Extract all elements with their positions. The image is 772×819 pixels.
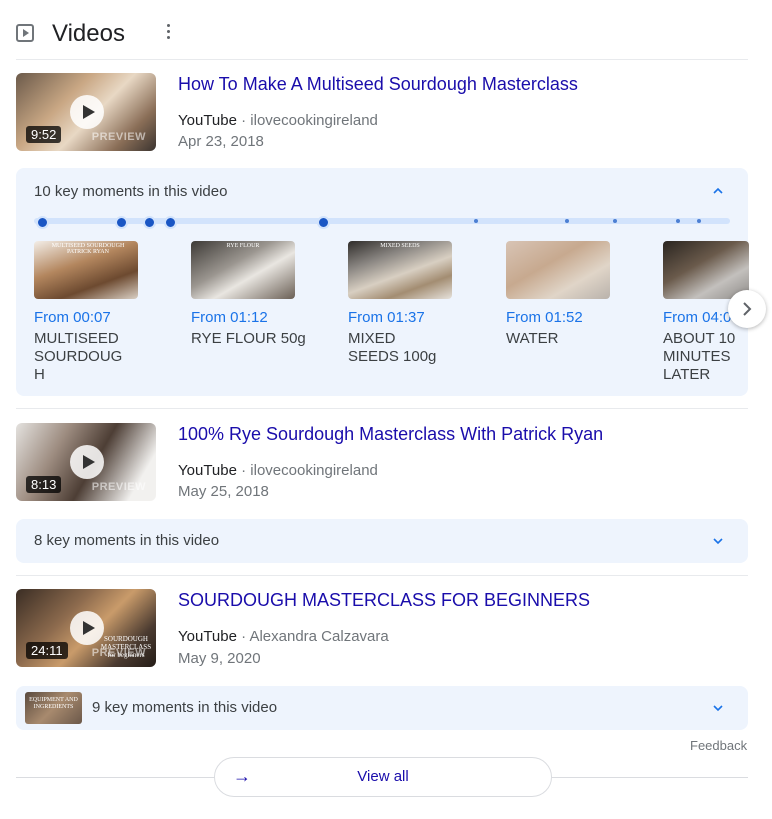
key-moment-item[interactable]: MIXED SEEDS From 01:37 MIXED SEEDS 100g: [348, 241, 488, 366]
video-play-icon: [16, 24, 34, 42]
moment-thumb-caption: MIXED SEEDS: [380, 243, 420, 249]
divider: [16, 408, 748, 409]
chevron-down-icon[interactable]: [713, 703, 723, 713]
video-source: YouTube · ilovecookingireland: [178, 112, 378, 129]
timeline-marker[interactable]: [676, 219, 680, 223]
duration-badge: 8:13: [26, 476, 62, 493]
moment-thumbnail: [506, 241, 610, 299]
moment-time: From 01:52: [506, 309, 583, 326]
timeline-marker[interactable]: [317, 216, 330, 229]
video-source: YouTube · Alexandra Calzavara: [178, 628, 389, 645]
duration-badge: 24:11: [26, 642, 68, 659]
key-moments-thumbnail: EQUIPMENT AND INGREDIENTS: [25, 692, 82, 724]
video-title-link[interactable]: SOURDOUGH MASTERCLASS FOR BEGINNERS: [178, 590, 590, 611]
video-thumbnail[interactable]: SOURDOUGH MASTERCLASS for beginners 24:1…: [16, 589, 156, 667]
divider: [16, 575, 748, 576]
moment-label: MIXED SEEDS 100g: [348, 330, 437, 365]
timeline-marker[interactable]: [115, 216, 128, 229]
key-moments-panel[interactable]: EQUIPMENT AND INGREDIENTS 9 key moments …: [16, 686, 748, 730]
timeline-marker[interactable]: [474, 219, 478, 223]
timeline-marker[interactable]: [143, 216, 156, 229]
key-moments-toggle[interactable]: 9 key moments in this video: [92, 699, 277, 716]
chevron-up-icon[interactable]: [713, 186, 723, 196]
chevron-down-icon[interactable]: [713, 536, 723, 546]
duration-badge: 9:52: [26, 126, 62, 143]
preview-label: PREVIEW: [91, 647, 146, 659]
section-title: Videos: [52, 20, 125, 47]
moment-label: ABOUT 10 MINUTES LATER: [663, 330, 736, 383]
chevron-right-icon: [743, 302, 752, 316]
key-moments-panel[interactable]: 8 key moments in this video: [16, 519, 748, 563]
timeline-marker[interactable]: [613, 219, 617, 223]
timeline-marker[interactable]: [565, 219, 569, 223]
video-thumbnail[interactable]: 8:13 PREVIEW: [16, 423, 156, 501]
moment-thumbnail: RYE FLOUR: [191, 241, 295, 299]
video-title-link[interactable]: 100% Rye Sourdough Masterclass With Patr…: [178, 424, 603, 445]
moment-time: From 01:37: [348, 309, 425, 326]
feedback-link[interactable]: Feedback: [690, 738, 747, 753]
key-moments-toggle[interactable]: 10 key moments in this video: [34, 183, 227, 200]
moment-time: From 01:12: [191, 309, 268, 326]
moment-label: MULTISEED SOURDOUG H: [34, 330, 123, 383]
video-date: May 25, 2018: [178, 483, 269, 500]
view-all-label: View all: [357, 768, 409, 785]
divider: [16, 59, 748, 60]
moment-thumbnail: [663, 241, 749, 299]
timeline-marker[interactable]: [697, 219, 701, 223]
key-moment-item[interactable]: MULTISEED SOURDOUGH PATRICK RYAN From 00…: [34, 241, 174, 384]
video-source: YouTube · ilovecookingireland: [178, 462, 378, 479]
moment-thumbnail: MULTISEED SOURDOUGH PATRICK RYAN: [34, 241, 138, 299]
moment-label: WATER: [506, 330, 559, 347]
view-all-button[interactable]: → View all: [214, 757, 552, 797]
key-moment-item[interactable]: From 01:52 WATER: [506, 241, 646, 348]
video-date: May 9, 2020: [178, 650, 261, 667]
timeline-marker[interactable]: [164, 216, 177, 229]
moment-thumbnail: MIXED SEEDS: [348, 241, 452, 299]
key-moment-item[interactable]: RYE FLOUR From 01:12 RYE FLOUR 50g: [191, 241, 331, 348]
more-vert-icon[interactable]: [164, 24, 172, 42]
video-date: Apr 23, 2018: [178, 133, 264, 150]
play-icon: [70, 445, 104, 479]
moment-thumb-caption: MULTISEED SOURDOUGH PATRICK RYAN: [51, 243, 125, 255]
play-icon: [70, 611, 104, 645]
moment-label: RYE FLOUR 50g: [191, 330, 306, 347]
moment-thumb-caption: RYE FLOUR: [226, 243, 260, 249]
thumb-caption: EQUIPMENT AND INGREDIENTS: [29, 697, 78, 710]
moment-time: From 00:07: [34, 309, 111, 326]
video-title-link[interactable]: How To Make A Multiseed Sourdough Master…: [178, 74, 578, 95]
play-icon: [70, 95, 104, 129]
key-moments-timeline[interactable]: [34, 216, 730, 229]
key-moments-toggle[interactable]: 8 key moments in this video: [34, 532, 219, 549]
next-moments-button[interactable]: [728, 290, 766, 328]
video-thumbnail[interactable]: 9:52 PREVIEW: [16, 73, 156, 151]
preview-label: PREVIEW: [91, 481, 146, 493]
preview-label: PREVIEW: [91, 131, 146, 143]
timeline-marker[interactable]: [36, 216, 49, 229]
